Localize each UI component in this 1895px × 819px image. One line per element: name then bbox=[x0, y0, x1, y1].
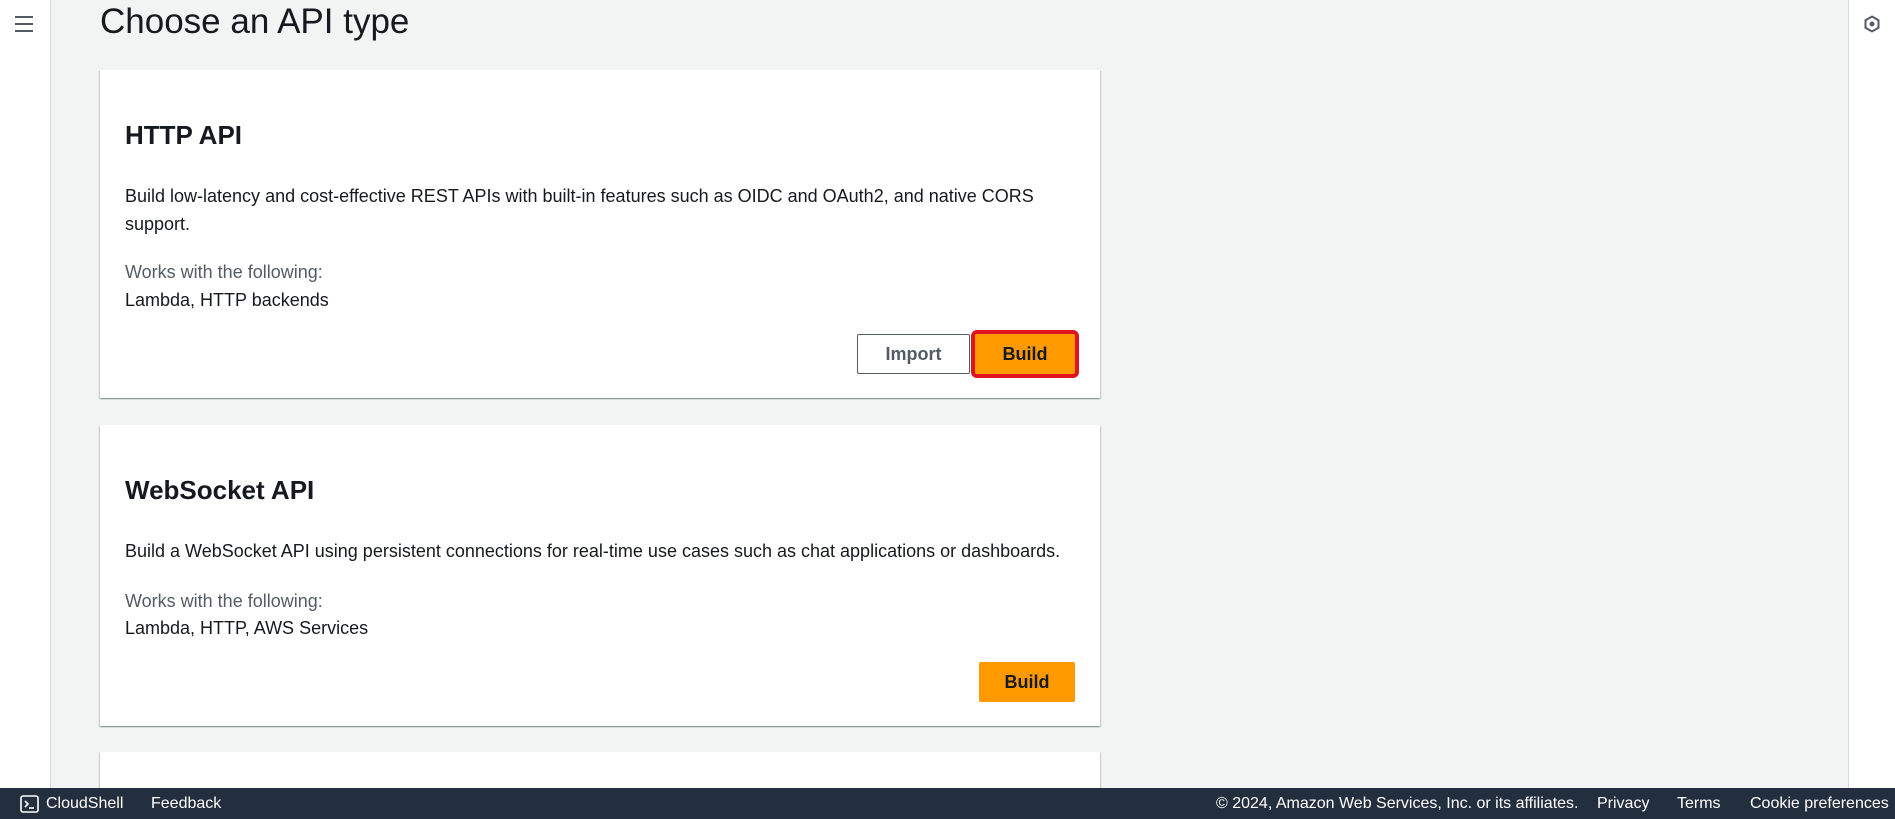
works-with-value: Lambda, HTTP, AWS Services bbox=[125, 618, 369, 638]
next-api-card bbox=[100, 752, 1100, 792]
hamburger-menu-icon[interactable] bbox=[15, 16, 33, 32]
page-title: Choose an API type bbox=[100, 2, 410, 41]
footer: CloudShell Feedback © 2024, Amazon Web S… bbox=[0, 788, 1895, 819]
works-with-label: Works with the following: bbox=[125, 591, 323, 611]
cookie-preferences-link[interactable]: Cookie preferences bbox=[1750, 795, 1889, 813]
card-description: Build low-latency and cost-effective RES… bbox=[125, 186, 1034, 234]
card-title: HTTP API bbox=[125, 120, 243, 150]
card-title: WebSocket API bbox=[125, 475, 315, 505]
cloudshell-link[interactable]: CloudShell bbox=[46, 795, 123, 813]
http-api-build-button[interactable]: Build bbox=[971, 330, 1079, 378]
works-with-label: Works with the following: bbox=[125, 262, 323, 282]
http-api-card: HTTP API Build low-latency and cost-effe… bbox=[100, 70, 1100, 398]
works-with-value: Lambda, HTTP backends bbox=[125, 290, 329, 310]
websocket-api-card: WebSocket API Build a WebSocket API usin… bbox=[100, 425, 1100, 726]
privacy-link[interactable]: Privacy bbox=[1597, 795, 1649, 813]
feedback-link[interactable]: Feedback bbox=[151, 795, 221, 813]
import-button[interactable]: Import bbox=[857, 334, 970, 374]
left-navigation-rail bbox=[0, 0, 51, 788]
right-tools-rail bbox=[1848, 0, 1895, 788]
websocket-api-build-button[interactable]: Build bbox=[979, 662, 1075, 702]
card-description: Build a WebSocket API using persistent c… bbox=[125, 541, 1061, 561]
page: Choose an API type HTTP API Build low-la… bbox=[0, 0, 1895, 819]
settings-hexagon-icon[interactable] bbox=[1863, 15, 1881, 33]
terms-link[interactable]: Terms bbox=[1677, 795, 1721, 813]
copyright-text: © 2024, Amazon Web Services, Inc. or its… bbox=[1216, 795, 1579, 812]
terminal-icon[interactable] bbox=[20, 795, 39, 813]
